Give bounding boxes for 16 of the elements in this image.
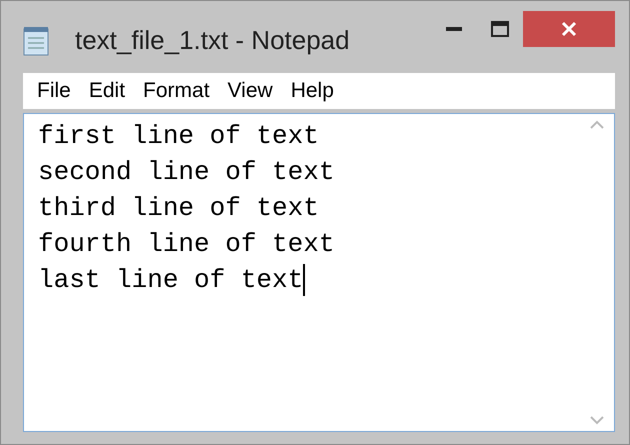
close-icon <box>561 21 577 37</box>
maximize-icon <box>491 21 509 37</box>
window-title: text_file_1.txt - Notepad <box>75 25 350 56</box>
text-line: first line of text <box>38 120 319 153</box>
notepad-icon <box>23 26 49 56</box>
text-line: second line of text <box>38 156 334 189</box>
menu-item[interactable]: View <box>220 79 281 103</box>
close-button[interactable] <box>523 11 615 47</box>
text-line: last line of text <box>38 264 304 297</box>
menu-item[interactable]: Edit <box>80 79 134 103</box>
text-line: fourth line of text <box>38 228 334 261</box>
menu-item[interactable]: File <box>29 79 79 103</box>
menu-item[interactable]: Format <box>135 79 218 103</box>
minimize-icon <box>446 27 462 31</box>
menu-item[interactable]: Help <box>282 79 342 103</box>
text-line: third line of text <box>38 192 319 225</box>
